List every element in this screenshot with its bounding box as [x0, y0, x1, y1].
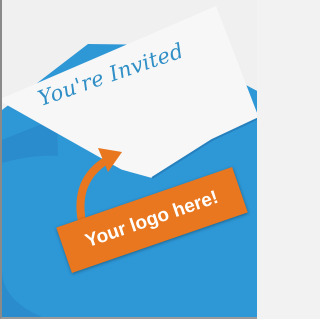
invitation-graphic: You're Invited Your logo here! [0, 0, 257, 319]
envelope-illustration [2, 6, 257, 317]
